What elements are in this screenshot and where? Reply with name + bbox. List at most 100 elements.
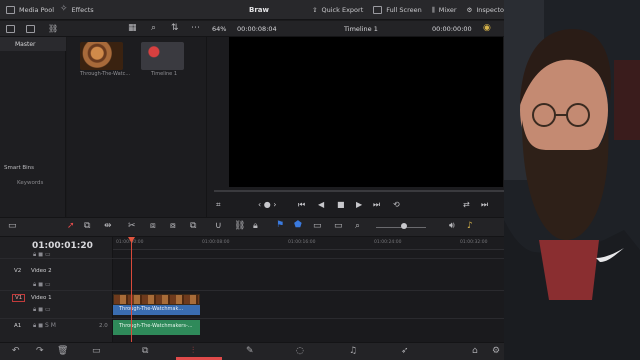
smart-bins-heading: Smart Bins — [4, 165, 35, 171]
zoom-full-icon[interactable]: ▭ — [313, 221, 322, 231]
safe-area-icon[interactable]: ⌗ — [216, 200, 221, 210]
last-frame-icon[interactable]: ⏭ — [373, 200, 380, 210]
metadata-icon[interactable] — [26, 25, 35, 33]
full-screen-label: Full Screen — [386, 6, 422, 14]
trim-icon[interactable]: ⧉ — [84, 221, 90, 231]
lock-icon[interactable]: 🔒︎ — [253, 221, 258, 231]
video-clip[interactable]: Through-The-Watchmak... — [113, 305, 200, 315]
edit-page-icon[interactable]: ⫶ — [192, 346, 194, 356]
timeline-thumbnail[interactable] — [141, 42, 184, 70]
timeline-label: Timeline 1 — [151, 71, 178, 77]
effects-icon: ✧ — [60, 4, 68, 14]
effects-button[interactable]: ✧ Effects — [60, 5, 94, 14]
media-pool-label: Media Pool — [19, 6, 55, 14]
snap-icon[interactable]: ∪ — [215, 221, 222, 231]
track-v1-controls[interactable]: 🔒︎ ◼ ▭ — [33, 306, 51, 314]
bin-list-icon[interactable] — [6, 25, 15, 33]
delete-icon[interactable]: 🗑︎ — [57, 346, 68, 356]
fusion-page-icon[interactable]: ✎ — [246, 346, 254, 356]
media-page-icon[interactable]: ▭ — [92, 346, 101, 356]
deliver-page-icon[interactable]: ➶ — [401, 346, 409, 356]
quick-export-button[interactable]: ⇪ Quick Export — [312, 6, 363, 14]
insert-icon[interactable]: ⧈ — [150, 221, 156, 231]
mixer-button[interactable]: ⫼ Mixer — [432, 6, 457, 15]
clip-thumbnail[interactable] — [80, 42, 123, 70]
layout-icon[interactable]: ▭ — [8, 221, 17, 231]
overwrite-icon[interactable]: ⧇ — [170, 221, 176, 231]
export-icon: ⇪ — [312, 6, 318, 14]
home-icon[interactable]: ⌂ — [472, 346, 478, 356]
replace-icon[interactable]: ⧉ — [190, 221, 196, 231]
master-bin[interactable]: Master — [0, 37, 66, 51]
jog-icon[interactable]: ‹ ● › — [258, 200, 276, 209]
clip-label: Through-The-Watc... — [80, 71, 131, 77]
fairlight-page-icon[interactable]: ♫ — [349, 346, 357, 356]
selection-icon[interactable]: ➚ — [67, 221, 75, 231]
media-pool-button[interactable]: Media Pool — [6, 6, 54, 14]
track-v2-controls[interactable]: 🔒︎ ◼ ▭ — [33, 251, 51, 259]
record-timecode: 00:00:00:00 — [432, 25, 472, 33]
first-frame-icon[interactable]: ⏮ — [298, 200, 305, 210]
search-icon[interactable]: ⌕ — [151, 23, 156, 33]
inspector-icon: ⚙ — [466, 6, 473, 14]
link-clips-icon[interactable]: ⛓ — [234, 221, 245, 231]
blade-icon[interactable]: ✂ — [128, 221, 136, 231]
audio-level-icon[interactable]: ♪ — [467, 221, 473, 231]
sort-icon[interactable]: ⇅ — [171, 23, 179, 33]
track-v2-id: V2 — [14, 268, 22, 274]
grid-view-icon[interactable]: ▦ — [128, 23, 137, 33]
track-v2-lock-controls[interactable]: 🔒︎ ◼ ▭ — [33, 281, 51, 289]
redo-icon[interactable]: ↷ — [36, 346, 44, 356]
zoom-custom-icon[interactable]: ⌕ — [355, 221, 360, 231]
stop-icon[interactable]: ■ — [337, 200, 345, 209]
track-v1-name: Video 1 — [31, 295, 52, 301]
timeline-ruler[interactable]: 01:00:00:00 01:00:08:00 01:00:16:00 01:0… — [113, 237, 504, 250]
source-timecode: 00:00:08:04 — [237, 25, 277, 33]
undo-icon[interactable]: ↶ — [12, 346, 20, 356]
step-back-icon[interactable]: ◀ — [318, 200, 324, 209]
volume-icon[interactable]: 🔊︎ — [449, 221, 455, 231]
timeline-name[interactable]: Timeline 1 — [344, 25, 378, 33]
webcam-overlay — [504, 0, 640, 360]
loop-icon[interactable]: ⟲ — [393, 200, 400, 209]
full-screen-button[interactable]: Full Screen — [373, 6, 422, 14]
keywords-bin[interactable]: Keywords — [17, 180, 43, 186]
track-divider — [0, 290, 504, 291]
project-title: Braw — [249, 6, 269, 14]
media-pool-icon — [6, 6, 15, 14]
audio-clip[interactable]: Through-The-Watchmakers-... — [113, 320, 200, 335]
color-page-icon[interactable]: ◌ — [296, 346, 304, 356]
next-icon[interactable]: ⏭ — [481, 200, 488, 210]
cut-page-icon[interactable]: ⧉ — [142, 346, 148, 356]
viewer-scrubber[interactable] — [214, 190, 504, 192]
video-clip-thumbnails[interactable] — [113, 294, 200, 305]
zoom-detail-icon[interactable]: ▭ — [334, 221, 343, 231]
viewer-header: 64% 00:00:08:04 Timeline 1 00:00:00:00 ◉ — [207, 21, 504, 37]
track-a1-controls[interactable]: 🔒︎ ◼ S M — [33, 322, 56, 330]
playhead[interactable] — [131, 238, 132, 342]
top-bar: Media Pool ✧ Effects Braw ⇪ Quick Export … — [0, 0, 504, 20]
ruler-label: 01:00:00:00 — [116, 240, 144, 245]
effects-label: Effects — [71, 5, 94, 14]
color-icon[interactable]: ◉ — [483, 23, 491, 33]
track-divider — [0, 318, 504, 319]
full-screen-icon — [373, 6, 383, 14]
video-viewer[interactable] — [229, 37, 503, 187]
track-v1-id[interactable]: V1 — [12, 294, 26, 302]
ruler-label: 01:00:16:00 — [288, 240, 316, 245]
mixer-icon: ⫼ — [431, 5, 435, 14]
settings-icon[interactable]: ⚙ — [492, 346, 500, 356]
track-a1-level: 2.0 — [99, 323, 108, 329]
inspector-button[interactable]: ⚙ Inspecto — [467, 6, 504, 14]
slip-icon[interactable]: ⇹ — [104, 221, 112, 231]
track-a1-id: A1 — [14, 323, 22, 329]
marker-icon[interactable]: ⬟ — [294, 220, 302, 230]
more-icon[interactable]: ⋯ — [191, 23, 200, 33]
flag-icon[interactable]: ⚑ — [276, 220, 284, 230]
play-icon[interactable]: ▶ — [356, 200, 362, 209]
timeline-toolbar: ▭ ➚ ⧉ ⇹ ✂ ⧈ ⧇ ⧉ ∪ ⛓ 🔒︎ ⚑ ⬟ ▭ ▭ ⌕ 🔊︎ ♪ — [0, 217, 504, 237]
sync-icon[interactable]: ⇄ — [463, 200, 470, 209]
zoom-level[interactable]: 64% — [212, 25, 226, 33]
link-icon[interactable]: ⛓ — [48, 24, 58, 33]
zoom-slider-handle[interactable] — [401, 223, 407, 229]
